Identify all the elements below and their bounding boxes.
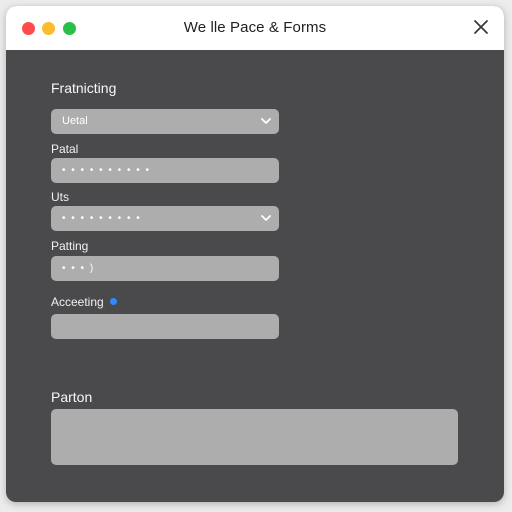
uts-label: Uts [51,190,69,204]
form-section-title: Fratnicting [51,80,117,96]
parton-label: Parton [51,389,93,405]
uts-select-value: • • • • • • • • • [62,213,142,224]
patting-input[interactable]: • • • ) [51,256,279,281]
patting-input-value: • • • ) [62,263,95,274]
parton-textarea[interactable] [51,409,458,465]
primary-select-value: Uetal [62,115,88,127]
acceeting-input[interactable] [51,314,279,339]
app-window: We lle Pace & Forms Fratnicting Uetal Pa… [6,6,504,502]
chevron-down-icon [261,118,271,124]
close-icon[interactable] [472,18,490,36]
chevron-down-icon [261,215,271,221]
patal-input[interactable]: • • • • • • • • • • [51,158,279,183]
patting-label: Patting [51,239,89,253]
uts-select[interactable]: • • • • • • • • • [51,206,279,231]
patal-label: Patal [51,142,79,156]
acceeting-label-text: Acceeting [51,295,104,309]
primary-select[interactable]: Uetal [51,109,279,134]
window-title: We lle Pace & Forms [183,19,327,36]
info-icon[interactable] [109,298,117,305]
acceeting-label: Acceeting [51,295,117,309]
title-bar: We lle Pace & Forms [6,6,504,50]
patal-input-value: • • • • • • • • • • [62,165,151,176]
